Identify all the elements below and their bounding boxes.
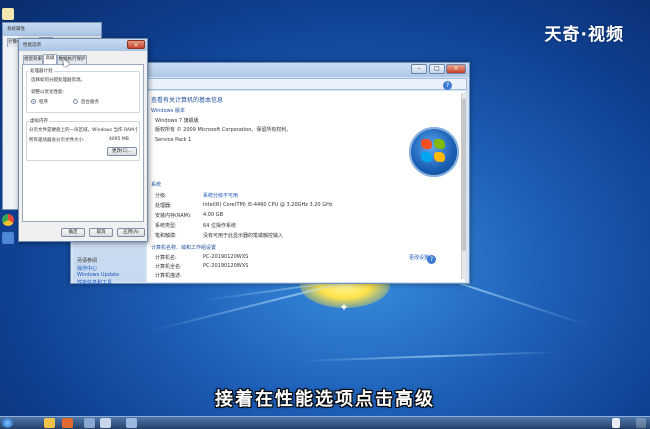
close-icon[interactable]: × [446,64,466,74]
sparkle-icon: ✦ [339,301,349,314]
logo-pane [434,152,445,162]
edition-name: Windows 7 旗舰版 [155,118,199,124]
help-icon[interactable]: ? [427,255,436,264]
system-content: 查看有关计算机的基本信息 Windows 版本 Windows 7 旗舰版 版权… [147,91,465,282]
desktop-shortcut-icon[interactable] [2,232,14,244]
processor-scheduling-heading: 处理器计划 [29,68,54,74]
show-desktop-button[interactable] [636,418,646,428]
system-section-heading: 系统 [151,182,162,188]
rating-label: 分级: [155,193,167,199]
see-also-label: 另请参阅 [77,258,98,264]
full-name-value: PC-20190120WXS [203,263,249,269]
processor-scheduling-desc: 选择如何分配处理器资源。 [31,78,85,83]
memory-value: 4.00 GB [203,212,224,218]
start-button-icon[interactable] [2,418,13,428]
windows-logo-icon [409,127,459,177]
programs-radio-label[interactable]: 程序 [39,99,48,105]
adjust-label: 调整以优化性能: [31,90,65,95]
minimize-button[interactable]: – [411,64,427,74]
tab-visual-effects[interactable]: 视觉效果 [23,55,43,64]
sidebar-link-performance[interactable]: 性能信息和工具 [77,279,112,286]
video-subtitle: 接着在性能选项点击高级 [215,389,435,410]
tray-icon[interactable] [612,418,620,428]
desktop-folder-icon[interactable] [2,8,14,20]
rating-link[interactable]: 系统分级不可用 [203,192,238,199]
watermark: 天奇·视频 [544,25,624,45]
vm-total-label: 所有驱动器总分页文件大小: [29,138,85,143]
logo-pane [421,139,432,149]
apply-button[interactable]: 应用(A) [117,228,145,237]
system-type-value: 64 位操作系统 [203,223,236,229]
scrollbar-thumb[interactable] [461,99,466,251]
window-taskbar-icon[interactable] [84,418,95,428]
media-taskbar-icon[interactable] [62,418,73,428]
services-radio-label[interactable]: 后台服务 [81,99,99,105]
tab-advanced[interactable]: 高级 [43,54,57,64]
processor-value: Intel(R) Core(TM) i5-4460 CPU @ 3.20GHz … [203,202,333,208]
processor-label: 处理器: [155,203,172,209]
full-name-label: 计算机全名: [155,264,182,270]
memory-label: 安装内存(RAM): [155,213,192,219]
advanced-panel: 处理器计划 选择如何分配处理器资源。 调整以优化性能: 程序 后台服务 虚拟内存… [22,64,144,222]
help-icon[interactable]: ? [443,81,452,90]
pen-touch-label: 笔和触摸: [155,233,177,239]
page-title: 查看有关计算机的基本信息 [151,97,224,104]
dialog-title: 性能选项 [23,43,41,48]
taskbar [0,416,650,429]
explorer-taskbar-icon[interactable] [44,418,55,428]
close-icon[interactable]: × [127,40,145,49]
sidebar-link-windows-update[interactable]: Windows Update [77,272,119,278]
system-type-label: 系统类型: [155,223,177,229]
programs-radio[interactable] [31,99,36,104]
system-properties-titlebar[interactable]: 系统属性 [3,23,101,36]
cancel-button[interactable]: 取消 [89,228,113,237]
change-settings-link[interactable]: 更改设置 [409,254,429,261]
computer-name-value: PC-20190120WXS [203,254,249,260]
description-label: 计算机描述: [155,273,182,279]
logo-pane [421,152,432,162]
windows-edition-heading: Windows 版本 [151,108,185,114]
dialog-title: 系统属性 [7,27,25,32]
logo-pane [434,139,445,149]
services-radio[interactable] [73,99,78,104]
computer-name-label: 计算机名: [155,255,177,261]
maximize-button[interactable]: □ [429,64,445,74]
change-vm-button[interactable]: 更改(C)... [107,147,137,156]
window-taskbar-icon[interactable] [126,418,137,428]
vm-total-value: 4095 MB [109,137,129,142]
pen-touch-value: 没有可用于此显示器的笔或触控输入 [203,233,284,239]
service-pack: Service Pack 1 [155,137,192,143]
chrome-icon[interactable] [2,214,14,226]
performance-options-dialog: 性能选项 × 视觉效果 高级 数据执行保护 处理器计划 选择如何分配处理器资源。… [18,38,148,242]
virtual-memory-desc: 分页文件是硬盘上的一块区域，Windows 当作 RAM 使用。 [29,128,137,133]
sidebar-link-action-center[interactable]: 操作中心 [77,265,97,272]
computer-section-heading: 计算机名称、域和工作组设置 [151,245,217,251]
ok-button[interactable]: 确定 [61,228,85,237]
window-taskbar-icon[interactable] [100,418,111,428]
copyright-text: 版权所有 © 2009 Microsoft Corporation。保留所有权利… [155,127,292,133]
desktop-light-streak [299,350,560,362]
virtual-memory-heading: 虚拟内存 [29,118,49,124]
